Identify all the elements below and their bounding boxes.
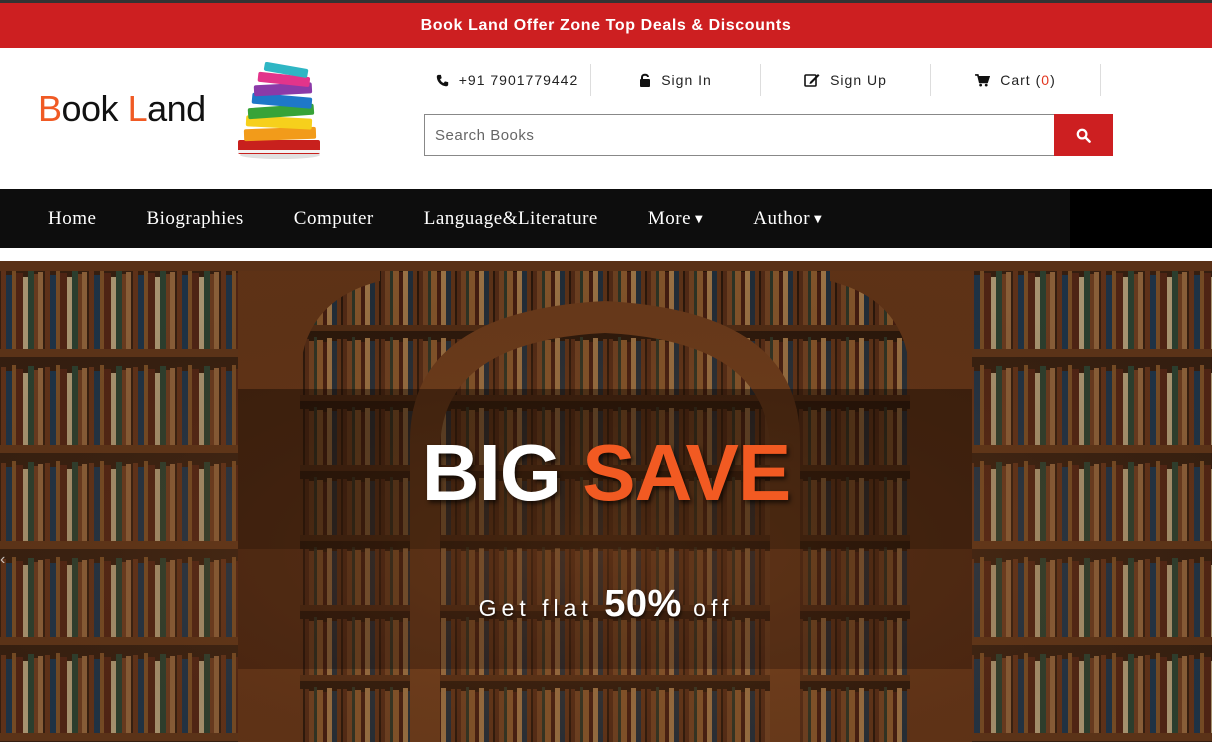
lock-icon bbox=[640, 73, 651, 87]
hero-discount-percent: 50% bbox=[604, 583, 682, 625]
search-icon bbox=[1076, 128, 1091, 143]
promo-text: Book Land Offer Zone Top Deals & Discoun… bbox=[420, 16, 792, 34]
main-nav: Home Biographies Computer Language&Liter… bbox=[0, 189, 1212, 248]
carousel-prev-icon[interactable]: ‹ bbox=[0, 551, 8, 573]
phone-icon bbox=[436, 74, 448, 86]
logo-word-rest-2: and bbox=[147, 88, 206, 129]
nav-language-literature-label: Language&Literature bbox=[423, 207, 598, 229]
hero-sub-prefix: Get flat bbox=[478, 595, 593, 621]
sign-up-link[interactable]: Sign Up bbox=[761, 64, 931, 96]
hero-banner: ‹ BIG SAVE Get flat 50% off bbox=[0, 261, 1212, 742]
cart-paren-close: ) bbox=[1050, 72, 1056, 88]
nav-home[interactable]: Home bbox=[48, 208, 96, 230]
cart-label-group: Cart (0) bbox=[1000, 72, 1055, 88]
cart-icon bbox=[975, 73, 991, 87]
hero-headline: BIG SAVE bbox=[0, 427, 1212, 519]
brand-logo[interactable]: Book Land bbox=[38, 88, 206, 130]
nav-more-label: More bbox=[647, 207, 692, 229]
books-stack-icon bbox=[238, 62, 320, 159]
site-header: Book Land +91 7901779442 Sign In Sign Up… bbox=[0, 48, 1212, 189]
nav-author-label: Author bbox=[753, 207, 811, 229]
search-bar bbox=[424, 114, 1113, 156]
cart-link[interactable]: Cart (0) bbox=[931, 64, 1101, 96]
nav-more-dropdown[interactable]: More ▼ bbox=[648, 208, 703, 230]
sign-in-label: Sign In bbox=[661, 72, 712, 88]
nav-biographies[interactable]: Biographies bbox=[146, 208, 243, 230]
hero-headline-white: BIG bbox=[421, 428, 562, 517]
hero-sub-suffix: off bbox=[693, 595, 734, 621]
sign-in-link[interactable]: Sign In bbox=[591, 64, 761, 96]
header-links: +91 7901779442 Sign In Sign Up Cart (0) bbox=[424, 64, 1113, 96]
sign-up-label: Sign Up bbox=[830, 72, 887, 88]
nav-author-dropdown[interactable]: Author ▼ bbox=[753, 208, 822, 230]
nav-computer-label: Computer bbox=[293, 207, 374, 229]
promo-bar: Book Land Offer Zone Top Deals & Discoun… bbox=[0, 0, 1212, 48]
cart-count: 0 bbox=[1041, 72, 1051, 88]
caret-down-icon: ▼ bbox=[695, 213, 704, 225]
nav-home-label: Home bbox=[48, 207, 97, 229]
main-nav-bar: Home Biographies Computer Language&Liter… bbox=[0, 189, 1070, 248]
logo-word-rest-1: ook bbox=[61, 88, 119, 129]
search-button[interactable] bbox=[1054, 114, 1113, 156]
hero-subline: Get flat 50% off bbox=[0, 583, 1212, 626]
logo-letter-b: B bbox=[38, 88, 62, 129]
nav-biographies-label: Biographies bbox=[146, 207, 244, 229]
search-input[interactable] bbox=[424, 114, 1054, 156]
edit-icon bbox=[804, 74, 820, 87]
nav-computer[interactable]: Computer bbox=[294, 208, 374, 230]
phone-contact[interactable]: +91 7901779442 bbox=[424, 64, 591, 96]
logo-letter-l: L bbox=[127, 88, 148, 129]
caret-down-icon: ▼ bbox=[814, 213, 823, 225]
cart-label: Cart bbox=[1000, 72, 1031, 88]
phone-number: +91 7901779442 bbox=[458, 72, 579, 88]
nav-language-literature[interactable]: Language&Literature bbox=[424, 208, 598, 230]
hero-headline-orange: SAVE bbox=[582, 428, 791, 517]
